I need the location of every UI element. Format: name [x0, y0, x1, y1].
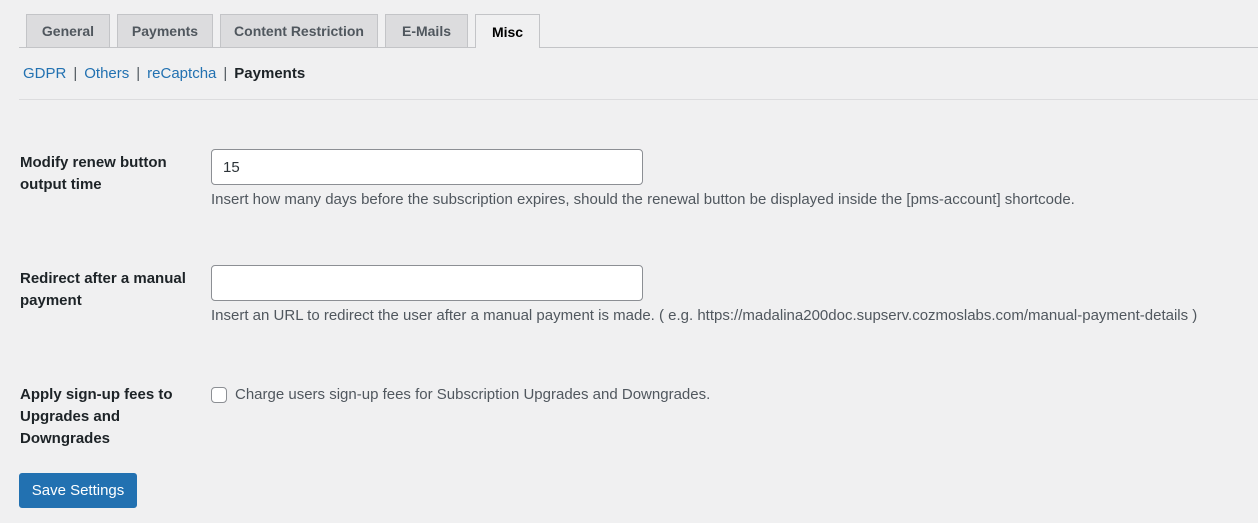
- tabs-divider: [19, 47, 1258, 48]
- tab-general[interactable]: General: [26, 14, 110, 47]
- settings-tabs: General Payments Content Restriction E-M…: [0, 0, 1258, 48]
- signup-fees-label: Apply sign-up fees to Upgrades and Downg…: [20, 386, 173, 447]
- subnav-recaptcha-link[interactable]: reCaptcha: [147, 65, 216, 82]
- subnav-others-link[interactable]: Others: [84, 65, 129, 82]
- renew-button-days-input[interactable]: [211, 149, 643, 185]
- signup-fees-checkbox-label[interactable]: Charge users sign-up fees for Subscripti…: [235, 386, 710, 403]
- section-divider: [19, 99, 1258, 100]
- tab-payments[interactable]: Payments: [117, 14, 213, 47]
- tab-content-restriction[interactable]: Content Restriction: [220, 14, 378, 47]
- signup-fees-checkbox[interactable]: [211, 386, 227, 403]
- save-settings-button[interactable]: Save Settings: [19, 473, 137, 508]
- subnav-gdpr-link[interactable]: GDPR: [23, 65, 66, 82]
- subnav-separator: |: [136, 65, 141, 82]
- redirect-url-input[interactable]: [211, 265, 643, 301]
- redirect-url-description: Insert an URL to redirect the user after…: [211, 307, 1198, 324]
- subnav-separator: |: [73, 65, 78, 82]
- subnav-payments-current: Payments: [234, 65, 306, 82]
- signup-fees-row: Charge users sign-up fees for Subscripti…: [211, 386, 710, 403]
- renew-button-label: Modify renew button output time: [20, 154, 167, 193]
- tab-emails[interactable]: E-Mails: [385, 14, 468, 47]
- renew-button-description: Insert how many days before the subscrip…: [211, 191, 1075, 208]
- misc-subnav: GDPR | Others | reCaptcha | Payments: [23, 64, 305, 84]
- redirect-manual-payment-label: Redirect after a manual payment: [20, 270, 186, 309]
- tab-misc[interactable]: Misc: [475, 14, 540, 48]
- subnav-separator: |: [223, 65, 228, 82]
